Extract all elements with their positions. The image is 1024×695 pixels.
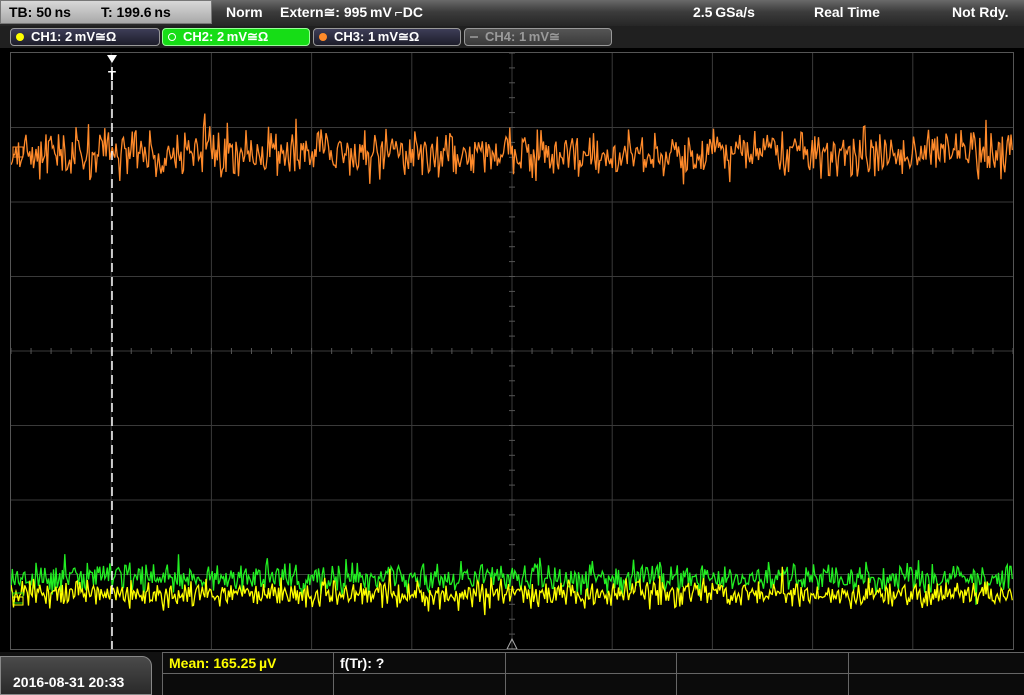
trigger-time-label: T: 199.6 ns <box>101 4 171 20</box>
waveform-svg: T <box>11 53 1013 649</box>
trigger-source-label[interactable]: Extern≅: 995 mV ⌐DC <box>280 4 423 21</box>
trigger-mode-label[interactable]: Norm <box>226 4 263 20</box>
sample-rate-label: 2.5 GSa/s <box>693 4 755 20</box>
measurement-divider <box>676 652 677 695</box>
channel-3-dot-icon <box>319 33 327 41</box>
channel-4-label: CH4: 1 mV≅ <box>485 29 560 44</box>
mean-measurement[interactable]: Mean: 165.25 µV <box>169 655 276 671</box>
measurement-divider <box>505 652 506 695</box>
trigger-position-icon[interactable] <box>107 55 117 63</box>
channel-3-tab[interactable]: CH3: 1 mV≅Ω <box>313 28 461 46</box>
channel-4-tab[interactable]: CH4: 1 mV≅ <box>464 28 612 46</box>
measurement-divider <box>162 673 1024 674</box>
bottom-bar: 2016-08-31 20:33 Mean: 165.25 µV f(Tr): … <box>0 652 1024 695</box>
timebase-box[interactable]: TB: 50 ns T: 199.6 ns <box>0 0 212 24</box>
measurement-border-top <box>162 652 1024 653</box>
datetime-label: 2016-08-31 20:33 <box>13 674 125 690</box>
channel-2-tab[interactable]: CH2: 2 mV≅Ω <box>162 28 310 46</box>
channel-1-dot-icon <box>16 33 24 41</box>
channel-1-label: CH1: 2 mV≅Ω <box>31 29 117 44</box>
measurement-divider <box>848 652 849 695</box>
waveform-display[interactable]: T <box>10 52 1014 650</box>
measurement-divider <box>333 652 334 695</box>
frequency-measurement[interactable]: f(Tr): ? <box>340 655 384 671</box>
measurement-panel[interactable]: Mean: 165.25 µV f(Tr): ? <box>162 652 1024 695</box>
channel-bar: CH1: 2 mV≅Ω CH2: 2 mV≅Ω CH3: 1 mV≅Ω CH4:… <box>0 26 1024 48</box>
channel-1-tab[interactable]: CH1: 2 mV≅Ω <box>10 28 160 46</box>
measurement-divider <box>162 652 163 695</box>
acquisition-mode-label[interactable]: Real Time <box>814 4 880 20</box>
channel-2-label: CH2: 2 mV≅Ω <box>183 29 269 44</box>
timebase-label: TB: 50 ns <box>9 4 71 20</box>
status-label: Not Rdy. <box>952 4 1009 20</box>
channel-4-off-icon <box>470 36 478 38</box>
trigger-marker-label: T <box>108 68 116 83</box>
status-bar: TB: 50 ns T: 199.6 ns Norm Extern≅: 995 … <box>0 0 1024 27</box>
channel-2-dot-icon <box>168 33 176 41</box>
channel-3-label: CH3: 1 mV≅Ω <box>334 29 420 44</box>
datetime-box: 2016-08-31 20:33 <box>0 656 152 695</box>
